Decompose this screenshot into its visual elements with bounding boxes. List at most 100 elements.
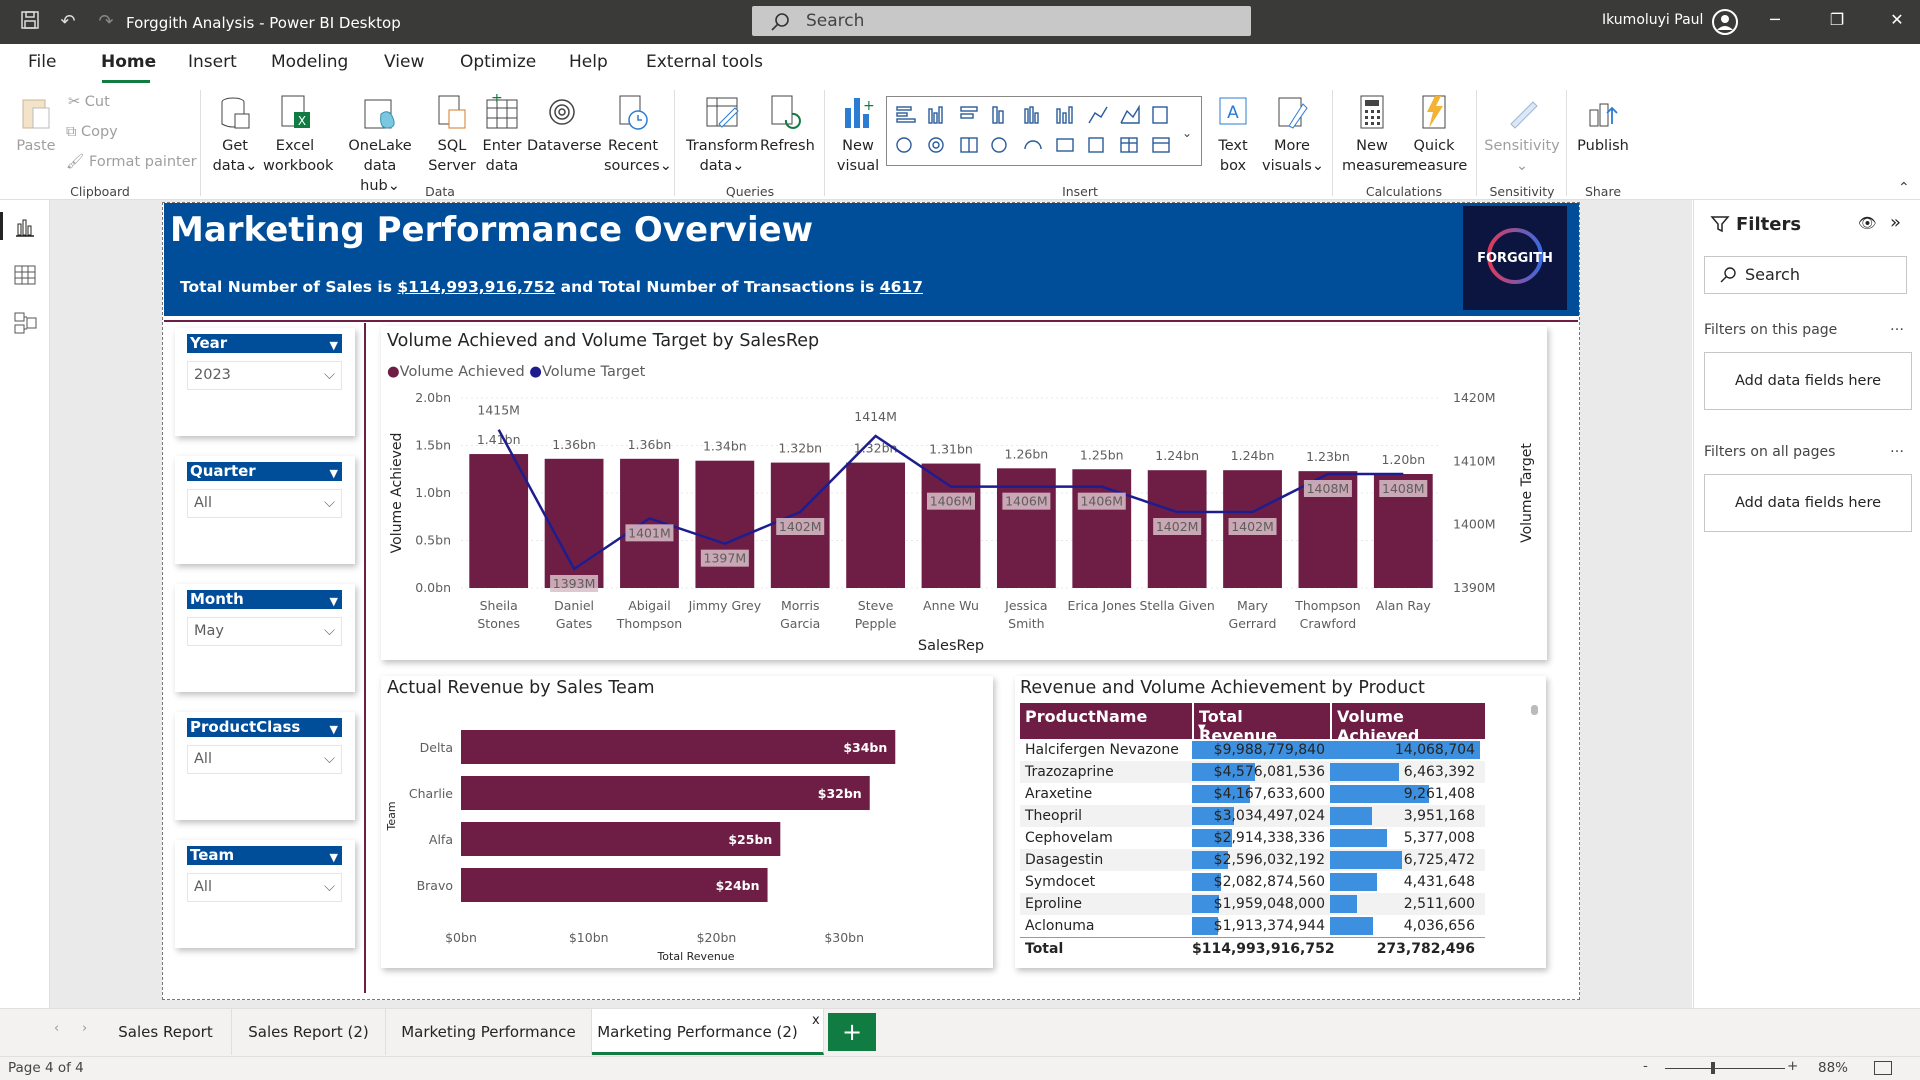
- column-header[interactable]: ProductName: [1020, 703, 1192, 739]
- slicer-header: Year ▼: [187, 334, 342, 353]
- cell-text: $4,576,081,536: [1213, 764, 1325, 780]
- add-fields-all-pages[interactable]: Add data fields here: [1704, 474, 1912, 532]
- excel-workbook-button[interactable]: X Excel workbook: [263, 94, 333, 176]
- table-row[interactable]: Araxetine $4,167,633,600 9,261,408: [1020, 783, 1485, 805]
- zoom-slider[interactable]: [1665, 1068, 1785, 1069]
- eye-icon[interactable]: 👁: [1858, 214, 1877, 232]
- filters-search-input[interactable]: Search: [1704, 256, 1907, 294]
- column-header[interactable]: Total Revenue ▼: [1192, 703, 1330, 745]
- productclass-dropdown[interactable]: All ⌵: [187, 745, 342, 774]
- minimize-button[interactable]: ─: [1760, 10, 1790, 34]
- new-visual-button[interactable]: + New visual: [834, 94, 882, 176]
- tab-sales-report-2[interactable]: Sales Report (2): [232, 1009, 386, 1055]
- copy-button[interactable]: ⧉ Copy: [66, 122, 118, 142]
- add-page-button[interactable]: +: [828, 1013, 876, 1051]
- ribbon-separator: [200, 90, 201, 196]
- menu-help[interactable]: Help: [569, 52, 608, 72]
- zoom-out-button[interactable]: -: [1643, 1058, 1648, 1074]
- publish-button[interactable]: Publish: [1576, 94, 1630, 156]
- restore-button[interactable]: ❐: [1822, 10, 1852, 34]
- save-icon[interactable]: [18, 10, 42, 34]
- filter-icon: [1710, 216, 1730, 233]
- table-scrollbar[interactable]: [1531, 705, 1538, 715]
- visual-gallery[interactable]: ⌄: [886, 96, 1202, 166]
- zoom-slider-thumb[interactable]: [1711, 1062, 1715, 1074]
- quarter-dropdown[interactable]: All ⌵: [187, 489, 342, 518]
- cut-button[interactable]: ✂ Cut: [68, 92, 110, 112]
- close-tab-icon[interactable]: x: [812, 1013, 820, 1028]
- get-data-button[interactable]: Get data⌄: [210, 94, 260, 176]
- team-slicer[interactable]: Team ▼ All ⌵: [175, 840, 355, 948]
- paste-button[interactable]: Paste: [14, 94, 58, 156]
- table-view-icon[interactable]: [12, 262, 38, 288]
- zoom-in-button[interactable]: +: [1787, 1058, 1798, 1074]
- table-row[interactable]: Theopril $3,034,497,024 3,951,168: [1020, 805, 1485, 827]
- year-dropdown[interactable]: 2023 ⌵: [187, 361, 342, 390]
- table-row[interactable]: Trazozaprine $4,576,081,536 6,463,392: [1020, 761, 1485, 783]
- volume-data-bar: [1330, 807, 1373, 825]
- volume-combo-chart[interactable]: Volume Achieved and Volume Target by Sal…: [381, 326, 1547, 660]
- column-header[interactable]: Volume Achieved: [1330, 703, 1480, 745]
- avatar[interactable]: [1712, 9, 1738, 35]
- revenue-by-team-chart[interactable]: Actual Revenue by Sales Team $34bn Delta $…: [381, 676, 993, 968]
- year-slicer[interactable]: Year ▼ 2023 ⌵: [175, 328, 355, 436]
- table-row[interactable]: Cephovelam $2,914,338,336 5,377,008: [1020, 827, 1485, 849]
- cell-text: $2,082,874,560: [1213, 874, 1325, 890]
- redo-icon[interactable]: ↷: [94, 10, 118, 34]
- enter-data-button[interactable]: + Enter data: [480, 94, 524, 176]
- tab-marketing-performance-2[interactable]: Marketing Performance (2): [592, 1009, 824, 1055]
- close-button[interactable]: ✕: [1882, 10, 1912, 34]
- table-row[interactable]: Aclonuma $1,913,374,944 4,036,656: [1020, 915, 1485, 937]
- product-table-visual[interactable]: Revenue and Volume Achievement by Produc…: [1015, 676, 1546, 968]
- quick-measure-button[interactable]: Quick measure: [1404, 94, 1467, 176]
- dataverse-button[interactable]: Dataverse: [527, 94, 602, 156]
- new-measure-button[interactable]: New measure: [1342, 94, 1406, 176]
- month-slicer[interactable]: Month ▼ May ⌵: [175, 584, 355, 692]
- menu-optimize[interactable]: Optimize: [460, 52, 536, 72]
- menu-modeling[interactable]: Modeling: [271, 52, 348, 72]
- format-painter-button[interactable]: 🖌 Format painter: [66, 152, 197, 172]
- x-tick-label: Gerrard: [1229, 616, 1277, 631]
- quarter-slicer[interactable]: Quarter ▼ All ⌵: [175, 456, 355, 564]
- transform-data-button[interactable]: Transform data⌄: [686, 94, 758, 176]
- tab-marketing-performance[interactable]: Marketing Performance: [386, 1009, 592, 1055]
- collapse-ribbon-icon[interactable]: ⌃: [1898, 180, 1910, 196]
- model-view-icon[interactable]: [12, 310, 38, 336]
- cell-product: Araxetine: [1025, 786, 1093, 802]
- month-dropdown[interactable]: May ⌵: [187, 617, 342, 646]
- table-row[interactable]: Symdocet $2,082,874,560 4,431,648: [1020, 871, 1485, 893]
- table-row[interactable]: Dasagestin $2,596,032,192 6,725,472: [1020, 849, 1485, 871]
- undo-icon[interactable]: ↶: [56, 10, 80, 34]
- sql-server-button[interactable]: SQL Server: [428, 94, 476, 176]
- menu-file[interactable]: File: [28, 52, 56, 72]
- team-dropdown[interactable]: All ⌵: [187, 873, 342, 902]
- fit-to-page-icon[interactable]: [1874, 1061, 1892, 1075]
- tab-scroll-right-icon[interactable]: ›: [82, 1021, 87, 1036]
- ribbon-separator: [1332, 90, 1333, 196]
- onelake-data-hub-button[interactable]: OneLake data hub⌄: [333, 94, 427, 196]
- menu-insert[interactable]: Insert: [188, 52, 237, 72]
- enter-data-label-2: data: [485, 158, 519, 174]
- text-box-button[interactable]: A Text box: [1210, 94, 1256, 176]
- recent-sources-button[interactable]: Recent sources⌄: [604, 94, 672, 176]
- cell-revenue: $1,959,048,000: [1192, 893, 1330, 915]
- slicer-value: All: [194, 879, 212, 895]
- add-fields-this-page[interactable]: Add data fields here: [1704, 352, 1912, 410]
- menu-external-tools[interactable]: External tools: [646, 52, 763, 72]
- table-row[interactable]: Halcifergen Nevazone $9,988,779,840 14,068…: [1020, 739, 1485, 761]
- tab-scroll-left-icon[interactable]: ‹: [54, 1021, 59, 1036]
- tab-sales-report[interactable]: Sales Report: [100, 1009, 232, 1055]
- more-options-icon[interactable]: …: [1890, 318, 1904, 334]
- refresh-button[interactable]: Refresh: [760, 94, 815, 156]
- productclass-slicer[interactable]: ProductClass ▼ All ⌵: [175, 712, 355, 820]
- collapse-pane-icon[interactable]: »: [1890, 212, 1901, 233]
- menu-home[interactable]: Home: [101, 52, 156, 72]
- menu-view[interactable]: View: [384, 52, 424, 72]
- new-measure-label-2: measure: [1342, 158, 1406, 174]
- report-view-icon[interactable]: [12, 214, 38, 240]
- more-visuals-button[interactable]: More visuals⌄: [1262, 94, 1324, 176]
- sensitivity-button[interactable]: Sensitivity ⌄: [1484, 94, 1560, 176]
- search-input[interactable]: Search: [752, 6, 1251, 36]
- table-row[interactable]: Eproline $1,959,048,000 2,511,600: [1020, 893, 1485, 915]
- more-options-icon[interactable]: …: [1890, 440, 1904, 456]
